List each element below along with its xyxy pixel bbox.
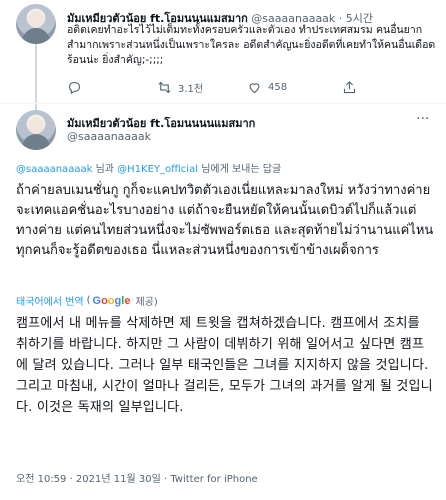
replying-to: @saaaanaaaak 님과 @H1KEY_official 님에게 보내는 … <box>16 160 281 175</box>
avatar-body <box>22 134 50 150</box>
handle[interactable]: @saaaanaaaak <box>67 130 151 143</box>
retweet-button[interactable]: 3.1천 <box>157 80 203 95</box>
like-count: 458 <box>268 82 288 93</box>
translated-by-open: ( <box>86 295 91 306</box>
translated-by-close: 제공) <box>135 297 158 308</box>
action-bar: 3.1천 458 <box>67 80 437 96</box>
previous-tweet[interactable]: มัมเหมียวตัวน้อย ft.โอมนนนแมสมาก @saaaan… <box>0 0 446 114</box>
avatar-face <box>28 117 44 134</box>
share-icon <box>343 81 356 94</box>
reply-button[interactable] <box>67 80 82 95</box>
heart-icon <box>249 83 260 94</box>
tweet-timestamp[interactable]: 오전 10:59 · 2021년 11월 30일 · Twitter for i… <box>16 470 258 485</box>
translation-attribution: 태국어에서 번역 ( Google 제공) <box>16 293 158 309</box>
like-button[interactable]: 458 <box>247 80 287 95</box>
avatar[interactable] <box>16 110 56 150</box>
avatar-body <box>22 28 50 44</box>
reply-icon <box>68 81 81 95</box>
tweet-header: มัมเหมียวตัวน้อย ft.โอมนนนนแมสมาก @saaaa… <box>0 106 446 156</box>
translated-text: 캠프에서 내 메뉴를 삭제하면 제 트윗을 캡쳐하겠습니다. 캠프에서 조치를 … <box>16 316 433 415</box>
more-icon[interactable]: ··· <box>416 112 434 126</box>
avatar[interactable] <box>16 4 56 44</box>
divider <box>0 103 446 104</box>
retweet-count: 3.1천 <box>178 84 204 95</box>
avatar-face <box>28 11 44 28</box>
reply-mention-1[interactable]: @saaaanaaaak <box>16 164 92 175</box>
retweet-icon <box>158 81 171 94</box>
share-button[interactable] <box>342 80 357 95</box>
google-logo: Google <box>92 294 131 307</box>
reply-connector: 님과 <box>95 164 114 175</box>
translated-from[interactable]: 태국어에서 번역 <box>16 293 84 308</box>
tweet-text: ถ้าค่ายลบเมนชั่นกู กูก็จะแคปทวิตตัวเองเน… <box>16 183 434 258</box>
reply-suffix: 님에게 보내는 답글 <box>201 164 282 175</box>
previous-tweet-text: อติดเคยทำอะไรไว้ไม่เต็มทะทั้งครอบครัวและ… <box>67 24 436 66</box>
reply-mention-2[interactable]: @H1KEY_official <box>117 164 198 175</box>
